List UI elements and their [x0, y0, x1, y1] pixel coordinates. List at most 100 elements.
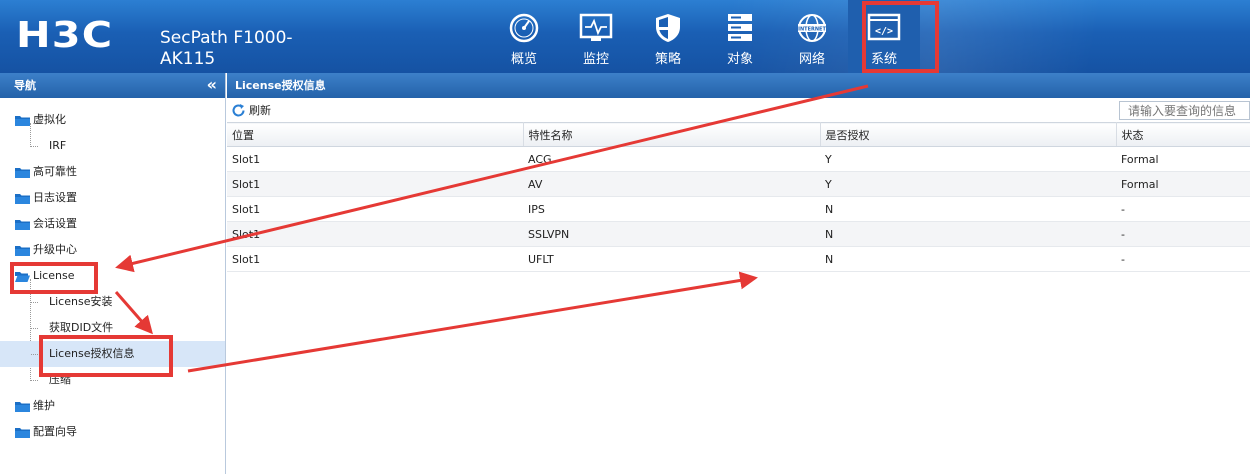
cell-authorized: Y	[820, 171, 1116, 197]
nav-system[interactable]: </> 系统	[848, 0, 920, 73]
cell-authorized: N	[820, 221, 1116, 247]
cell-authorized: N	[820, 246, 1116, 272]
tree-item-label: 配置向导	[33, 425, 77, 438]
cell-authorized: Y	[820, 146, 1116, 172]
tree-item-upgrade-center[interactable]: 升级中心	[0, 237, 225, 263]
tree-item-maintenance[interactable]: 维护	[0, 393, 225, 419]
table-row[interactable]: Slot1 UFLT N -	[227, 246, 1250, 272]
product-name: SecPath F1000- AK115	[160, 28, 293, 70]
product-name-line1: SecPath F1000-	[160, 28, 293, 48]
tree-item-license[interactable]: License	[0, 263, 225, 289]
cell-feature: SSLVPN	[523, 221, 820, 247]
column-header-feature[interactable]: 特性名称	[523, 122, 821, 147]
cell-status: Formal	[1116, 146, 1250, 172]
cell-location: Slot1	[227, 146, 523, 172]
cell-feature: IPS	[523, 196, 820, 222]
license-table: 位置 特性名称 是否授权 状态 Slot1 ACG Y Formal Slot1…	[227, 122, 1250, 272]
monitor-icon	[579, 11, 613, 45]
tree-item-get-did-file[interactable]: 获取DID文件	[0, 315, 225, 341]
code-icon: </>	[867, 11, 901, 45]
collapse-sidebar-icon[interactable]: «	[207, 73, 217, 97]
tree-item-license-info[interactable]: License授权信息	[0, 341, 225, 367]
tree-item-config-wizard[interactable]: 配置向导	[0, 419, 225, 445]
app-window: H3C SecPath F1000- AK115 概览 监控 策略 对象 INT…	[0, 0, 1250, 474]
top-header: H3C SecPath F1000- AK115 概览 监控 策略 对象 INT…	[0, 0, 1250, 73]
server-icon	[723, 11, 757, 45]
panel-title: License授权信息	[227, 73, 1250, 98]
tree-item-irf[interactable]: IRF	[0, 133, 225, 159]
svg-text:INTERNET: INTERNET	[798, 27, 826, 33]
tree-item-session-settings[interactable]: 会话设置	[0, 211, 225, 237]
cell-status: -	[1116, 246, 1250, 272]
tree-item-virtualization[interactable]: 虚拟化	[0, 107, 225, 133]
folder-icon	[15, 116, 30, 126]
nav-network-label: 网络	[798, 52, 825, 67]
tree-item-label: License	[33, 269, 75, 282]
gauge-icon	[507, 11, 541, 45]
shield-icon	[651, 11, 685, 45]
nav-monitor-label: 监控	[582, 52, 609, 67]
refresh-label: 刷新	[249, 104, 271, 117]
main-panel: License授权信息 刷新 位置 特性名称 是否授权 状态 Slot1	[227, 73, 1250, 474]
toolbar: 刷新	[227, 98, 1250, 122]
product-name-line2: AK115	[160, 49, 216, 69]
tree-item-log-settings[interactable]: 日志设置	[0, 185, 225, 211]
brand-logo: H3C	[16, 15, 114, 56]
nav-overview-label: 概览	[510, 52, 537, 67]
table-row[interactable]: Slot1 ACG Y Formal	[227, 146, 1250, 172]
nav-overview[interactable]: 概览	[488, 0, 560, 73]
folder-open-icon	[15, 272, 30, 282]
nav-tree: 虚拟化 IRF 高可靠性 日志设置 会话设置 升级中心 License Lice…	[0, 98, 225, 445]
tree-item-label: 虚拟化	[33, 113, 66, 126]
cell-location: Slot1	[227, 171, 523, 197]
table-row[interactable]: Slot1 SSLVPN N -	[227, 221, 1250, 247]
cell-status: -	[1116, 221, 1250, 247]
tree-item-label: 获取DID文件	[49, 321, 114, 334]
folder-icon	[15, 246, 30, 256]
table-header-row: 位置 特性名称 是否授权 状态	[227, 122, 1250, 147]
folder-icon	[15, 428, 30, 438]
tree-item-label: 维护	[33, 399, 55, 412]
nav-object-label: 对象	[726, 52, 753, 67]
column-header-authorized[interactable]: 是否授权	[820, 122, 1117, 147]
cell-feature: ACG	[523, 146, 820, 172]
sidebar-header: 导航 «	[0, 73, 225, 98]
sidebar-title: 导航	[14, 79, 36, 92]
tree-item-license-install[interactable]: License安装	[0, 289, 225, 315]
column-header-location[interactable]: 位置	[227, 122, 524, 147]
column-header-status[interactable]: 状态	[1116, 122, 1250, 147]
tree-item-label: 高可靠性	[33, 165, 77, 178]
tree-item-label: 日志设置	[33, 191, 77, 204]
tree-item-label: License授权信息	[49, 347, 135, 360]
table-row[interactable]: Slot1 IPS N -	[227, 196, 1250, 222]
tree-item-label: IRF	[49, 139, 67, 152]
nav-policy[interactable]: 策略	[632, 0, 704, 73]
top-navigation: 概览 监控 策略 对象 INTERNET 网络 </> 系统	[488, 0, 920, 73]
folder-icon	[15, 194, 30, 204]
tree-item-high-availability[interactable]: 高可靠性	[0, 159, 225, 185]
cell-location: Slot1	[227, 196, 523, 222]
cell-location: Slot1	[227, 221, 523, 247]
nav-object[interactable]: 对象	[704, 0, 776, 73]
cell-status: Formal	[1116, 171, 1250, 197]
globe-icon: INTERNET	[795, 11, 829, 45]
nav-monitor[interactable]: 监控	[560, 0, 632, 73]
tree-item-label: 压缩	[49, 373, 71, 386]
cell-status: -	[1116, 196, 1250, 222]
nav-network[interactable]: INTERNET 网络	[776, 0, 848, 73]
tree-item-label: 会话设置	[33, 217, 77, 230]
tree-item-compress[interactable]: 压缩	[0, 367, 225, 393]
search-input[interactable]	[1119, 101, 1250, 120]
nav-policy-label: 策略	[654, 52, 681, 67]
tree-item-label: 升级中心	[33, 243, 77, 256]
cell-location: Slot1	[227, 246, 523, 272]
refresh-button[interactable]: 刷新	[231, 102, 271, 118]
folder-icon	[15, 220, 30, 230]
nav-system-label: 系统	[870, 52, 897, 67]
tree-item-label: License安装	[49, 295, 113, 308]
cell-feature: UFLT	[523, 246, 820, 272]
cell-feature: AV	[523, 171, 820, 197]
svg-text:</>: </>	[875, 26, 893, 37]
folder-icon	[15, 168, 30, 178]
table-row[interactable]: Slot1 AV Y Formal	[227, 171, 1250, 197]
